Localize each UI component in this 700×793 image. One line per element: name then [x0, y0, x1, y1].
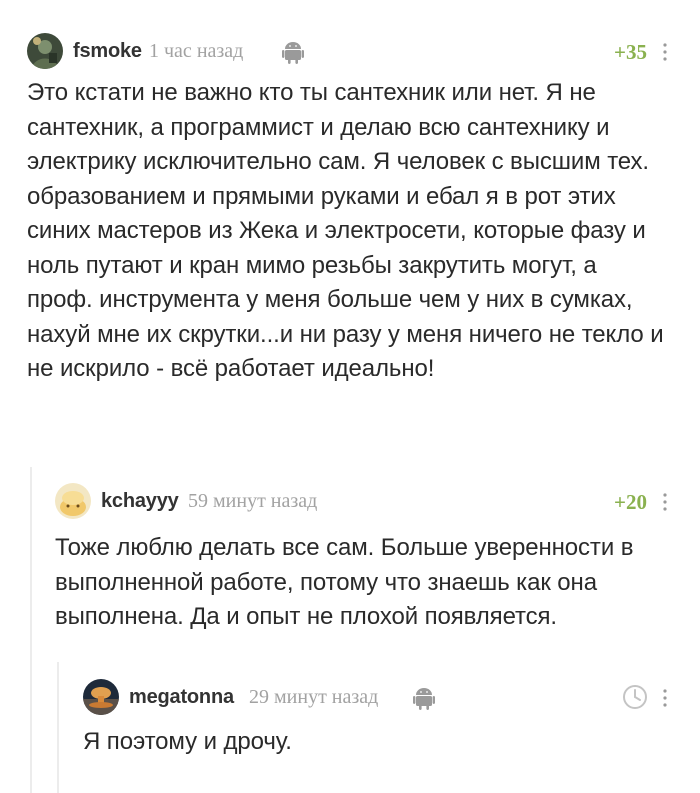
author-name[interactable]: fsmoke [73, 40, 142, 63]
comment-time[interactable]: 1 час назад [149, 40, 243, 63]
avatar-fsmoke[interactable] [27, 33, 63, 69]
avatar-megatonna[interactable] [83, 679, 119, 715]
more-vertical-icon[interactable] [662, 41, 668, 63]
more-vertical-icon[interactable] [662, 491, 668, 513]
avatar-photo-icon [83, 679, 119, 715]
author-name[interactable]: kchayyy [101, 490, 179, 513]
comment-text: Я поэтому и дрочу. [83, 728, 292, 755]
more-vertical-icon[interactable] [662, 687, 668, 709]
avatar-kchayyy[interactable] [55, 483, 91, 519]
android-icon [282, 42, 304, 64]
comment-rating[interactable]: +20 [587, 490, 647, 515]
comment-rating[interactable]: +35 [587, 40, 647, 65]
comment-header: megatonna 29 минут назад [83, 679, 677, 719]
thread-line[interactable] [30, 467, 32, 793]
comment-time[interactable]: 29 минут назад [249, 686, 378, 709]
comment-header: fsmoke 1 час назад +35 [27, 33, 677, 73]
comment-time[interactable]: 59 минут назад [188, 490, 317, 513]
comment-header: kchayyy 59 минут назад +20 [55, 483, 677, 523]
comment-fsmoke: fsmoke 1 час назад +35 Это кстати не важ… [27, 33, 677, 433]
android-icon [413, 688, 435, 710]
comment-kchayyy: kchayyy 59 минут назад +20 Тоже люблю де… [55, 483, 677, 643]
avatar-photo-icon [27, 33, 63, 69]
comment-text: Это кстати не важно кто ты сантехник или… [27, 79, 664, 382]
comment-megatonna: megatonna 29 минут назад Я поэтому и дро… [83, 679, 677, 779]
comment-text: Тоже люблю делать все сам. Больше уверен… [55, 534, 634, 630]
thread-line[interactable] [57, 662, 59, 793]
author-name[interactable]: megatonna [129, 686, 234, 709]
clock-icon[interactable] [620, 682, 650, 712]
avatar-photo-icon [55, 483, 91, 519]
